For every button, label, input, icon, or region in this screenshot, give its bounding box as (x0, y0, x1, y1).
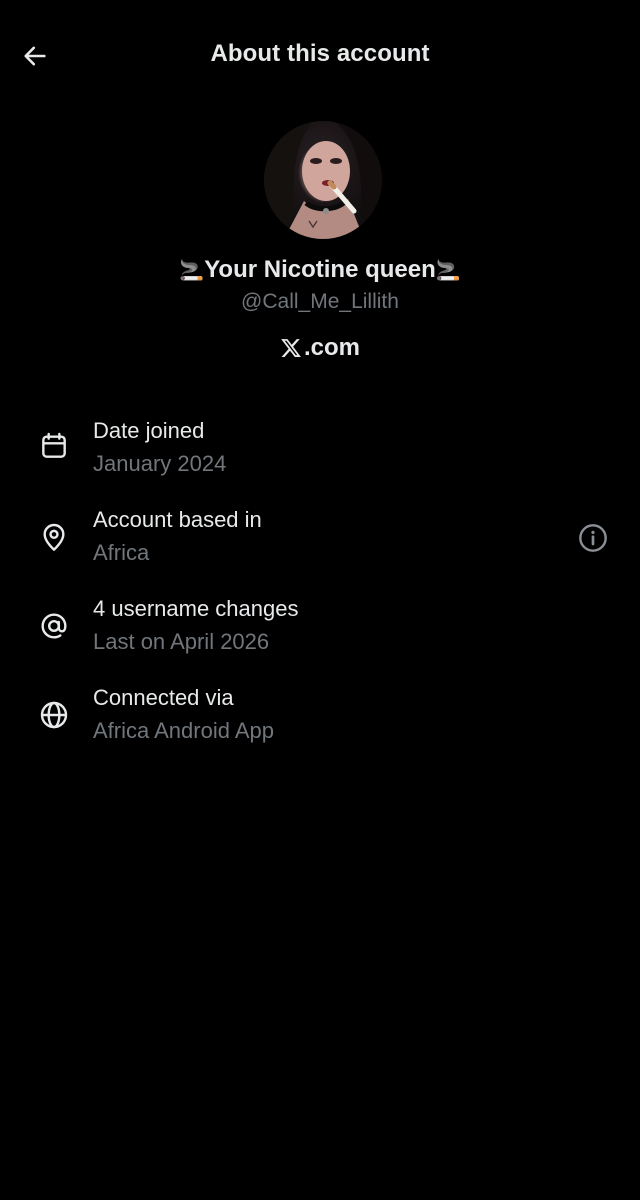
x-logo-icon (281, 339, 301, 357)
site-text: .com (303, 334, 360, 361)
row-value: January 2024 (93, 451, 227, 476)
row-title: Account based in (93, 507, 262, 532)
cigarette-emoji-left: 🚬 (179, 260, 205, 282)
at-sign-icon (36, 608, 72, 644)
row-title: 4 username changes (93, 596, 299, 621)
page-title: About this account (210, 40, 430, 67)
handle: @Call_Me_Lillith (241, 290, 399, 313)
display-name: 🚬Your Nicotine queen🚬 (0, 256, 640, 284)
detail-row-date-joined: Date joined January 2024 (0, 418, 640, 490)
row-title: Date joined (93, 418, 205, 443)
location-pin-icon (36, 519, 72, 555)
info-circle-icon (579, 524, 607, 552)
row-value: Africa Android App (93, 718, 275, 743)
site-label: .com (0, 334, 640, 362)
detail-row-account-based: Account based in Africa (0, 507, 640, 579)
detail-row-connected-via: Connected via Africa Android App (0, 685, 640, 757)
info-button[interactable] (573, 518, 613, 558)
cigarette-emoji-right: 🚬 (435, 260, 461, 282)
avatar[interactable] (264, 121, 382, 239)
row-value: Last on April 2026 (93, 629, 270, 654)
display-name-text: Your Nicotine queen (204, 256, 436, 283)
top-bar: About this account (0, 0, 640, 110)
detail-row-username-changes: 4 username changes Last on April 2026 (0, 596, 640, 668)
row-title: Connected via (93, 685, 234, 710)
calendar-icon (36, 428, 72, 464)
row-value: Africa (93, 540, 150, 565)
globe-icon (36, 697, 72, 733)
